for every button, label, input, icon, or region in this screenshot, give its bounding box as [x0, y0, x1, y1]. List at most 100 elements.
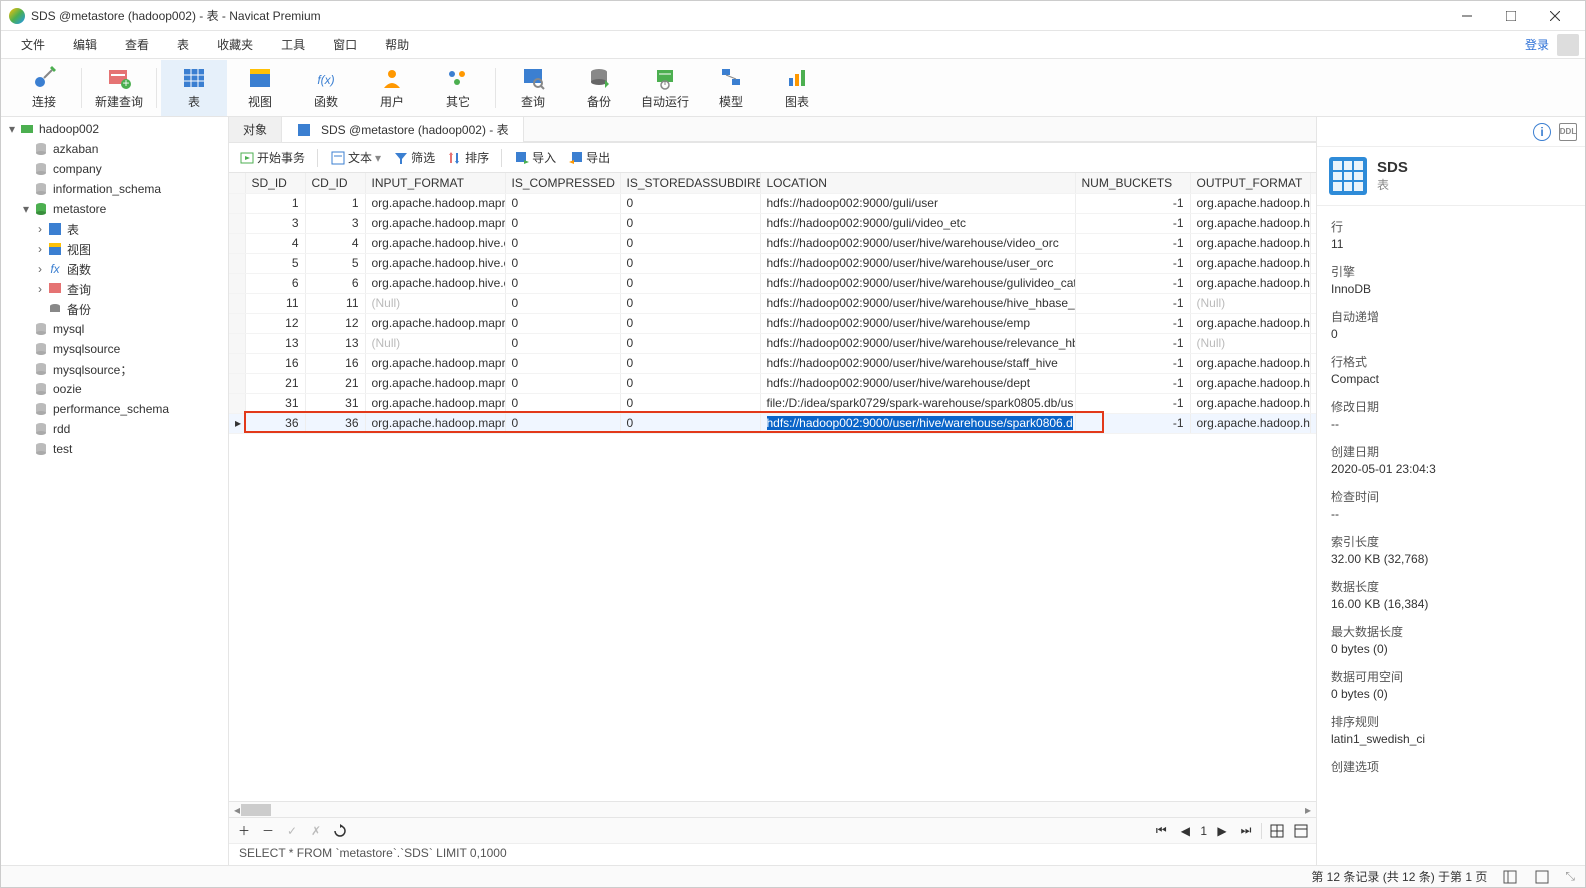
tree-db[interactable]: company [1, 159, 228, 179]
tree-views[interactable]: ›视图 [1, 239, 228, 259]
table-row[interactable]: 11 11 (Null) 0 0 hdfs://hadoop002:9000/u… [229, 293, 1316, 313]
text-icon [330, 150, 345, 165]
tree-db[interactable]: rdd [1, 419, 228, 439]
tab-objects[interactable]: 对象 [229, 117, 282, 142]
tool-chart[interactable]: 图表 [764, 60, 830, 116]
tab-sds[interactable]: SDS @metastore (hadoop002) - 表 [282, 117, 524, 142]
data-grid[interactable]: SD_IDCD_IDINPUT_FORMATIS_COMPRESSEDIS_ST… [229, 173, 1316, 801]
nav-prev[interactable]: ◀ [1176, 822, 1194, 840]
detail-mode-icon[interactable] [1533, 868, 1551, 886]
col-header[interactable]: INPUT_FORMAT [365, 173, 505, 193]
menu-help[interactable]: 帮助 [371, 32, 423, 57]
ddl-icon[interactable]: DDL [1559, 123, 1577, 141]
col-header[interactable]: IS_COMPRESSED [505, 173, 620, 193]
import-action[interactable]: 导入 [514, 149, 556, 166]
table-row[interactable]: 13 13 (Null) 0 0 hdfs://hadoop002:9000/u… [229, 333, 1316, 353]
menu-edit[interactable]: 编辑 [59, 32, 111, 57]
nav-next[interactable]: ▶ [1213, 822, 1231, 840]
tree-db[interactable]: performance_schema [1, 399, 228, 419]
col-header[interactable]: CD_ID [305, 173, 365, 193]
tool-view[interactable]: 视图 [227, 60, 293, 116]
menu-tools[interactable]: 工具 [267, 32, 319, 57]
table-row[interactable]: 4 4 org.apache.hadoop.hive.c 0 0 hdfs://… [229, 233, 1316, 253]
col-header[interactable]: NUM_BUCKETS [1075, 173, 1190, 193]
connection-tree[interactable]: ▾hadoop002 azkabancompanyinformation_sch… [1, 117, 229, 865]
login-link[interactable]: 登录 [1517, 32, 1557, 57]
tree-connection[interactable]: ▾hadoop002 [1, 119, 228, 139]
tool-backup[interactable]: 备份 [566, 60, 632, 116]
maximize-button[interactable] [1489, 2, 1533, 30]
tree-db[interactable]: ▾metastore [1, 199, 228, 219]
tool-connect[interactable]: 连接 [11, 60, 77, 116]
text-mode[interactable]: 文本▾ [330, 149, 381, 166]
tree-queries[interactable]: ›查询 [1, 279, 228, 299]
tree-db[interactable]: information_schema [1, 179, 228, 199]
col-header[interactable]: OUTPUT_FORMAT [1190, 173, 1310, 193]
tool-model[interactable]: 模型 [698, 60, 764, 116]
database-icon [33, 321, 49, 337]
sort-action[interactable]: 排序 [447, 149, 489, 166]
property-row: 自动递增0 [1317, 302, 1585, 347]
tree-db[interactable]: mysqlsource [1, 339, 228, 359]
database-icon [33, 421, 49, 437]
table-row[interactable]: 31 31 org.apache.hadoop.mapr 0 0 file:/D… [229, 393, 1316, 413]
tool-query[interactable]: 查询 [500, 60, 566, 116]
begin-transaction[interactable]: 开始事务 [239, 149, 305, 166]
scroll-thumb[interactable] [241, 804, 271, 816]
tool-user[interactable]: 用户 [359, 60, 425, 116]
grid-mode-icon[interactable] [1501, 868, 1519, 886]
grid-view[interactable] [1268, 822, 1286, 840]
menu-file[interactable]: 文件 [7, 32, 59, 57]
col-header[interactable]: IS_STOREDASSUBDIRECT [620, 173, 760, 193]
tree-db[interactable]: oozie [1, 379, 228, 399]
tree-db[interactable]: azkaban [1, 139, 228, 159]
table-row[interactable]: 5 5 org.apache.hadoop.hive.c 0 0 hdfs://… [229, 253, 1316, 273]
table-row[interactable]: 1 1 org.apache.hadoop.mapr 0 0 hdfs://ha… [229, 193, 1316, 213]
delete-record[interactable]: － [259, 822, 277, 840]
menu-table[interactable]: 表 [163, 32, 203, 57]
menu-fav[interactable]: 收藏夹 [203, 32, 267, 57]
horizontal-scrollbar[interactable]: ◂ ▸ [229, 801, 1316, 817]
form-view[interactable] [1292, 822, 1310, 840]
tool-other[interactable]: 其它 [425, 60, 491, 116]
nav-first[interactable]: ⏮ [1152, 822, 1170, 840]
tree-db[interactable]: test [1, 439, 228, 459]
tree-db[interactable]: mysql [1, 319, 228, 339]
filter-action[interactable]: 筛选 [393, 149, 435, 166]
record-toolbar: ＋ － ✓ ✗ ⏮ ◀ 1 ▶ ⏭ [229, 817, 1316, 843]
tool-func[interactable]: f(x)函数 [293, 60, 359, 116]
server-icon [19, 121, 35, 137]
export-action[interactable]: 导出 [568, 149, 610, 166]
refresh[interactable] [331, 822, 349, 840]
scroll-right-icon[interactable]: ▸ [1300, 802, 1316, 817]
menu-window[interactable]: 窗口 [319, 32, 371, 57]
table-row[interactable]: 16 16 org.apache.hadoop.mapr 0 0 hdfs://… [229, 353, 1316, 373]
tree-db[interactable]: mysqlsource； [1, 359, 228, 379]
minimize-button[interactable] [1445, 2, 1489, 30]
table-row[interactable]: 3 3 org.apache.hadoop.mapr 0 0 hdfs://ha… [229, 213, 1316, 233]
col-header[interactable]: LOCATION [760, 173, 1075, 193]
info-icon[interactable]: i [1533, 123, 1551, 141]
filter-icon [393, 150, 408, 165]
col-header[interactable]: SD_ID [245, 173, 305, 193]
table-row[interactable]: ▸ 36 36 org.apache.hadoop.mapr 0 0 hdfs:… [229, 413, 1316, 433]
nav-last[interactable]: ⏭ [1237, 822, 1255, 840]
add-record[interactable]: ＋ [235, 822, 253, 840]
avatar[interactable] [1557, 34, 1579, 56]
tree-tables[interactable]: ›表 [1, 219, 228, 239]
tool-table[interactable]: 表 [161, 60, 227, 116]
tree-funcs[interactable]: ›fx函数 [1, 259, 228, 279]
close-button[interactable] [1533, 2, 1577, 30]
cancel-record[interactable]: ✗ [307, 822, 325, 840]
sort-icon [447, 150, 462, 165]
property-row: 数据长度16.00 KB (16,384) [1317, 572, 1585, 617]
menu-view[interactable]: 查看 [111, 32, 163, 57]
tree-backups[interactable]: 备份 [1, 299, 228, 319]
table-row[interactable]: 12 12 org.apache.hadoop.mapr 0 0 hdfs://… [229, 313, 1316, 333]
table-row[interactable]: 21 21 org.apache.hadoop.mapr 0 0 hdfs://… [229, 373, 1316, 393]
table-row[interactable]: 6 6 org.apache.hadoop.hive.c 0 0 hdfs://… [229, 273, 1316, 293]
tab-strip: 对象 SDS @metastore (hadoop002) - 表 [229, 117, 1316, 143]
tool-newquery[interactable]: +新建查询 [86, 60, 152, 116]
apply-record[interactable]: ✓ [283, 822, 301, 840]
tool-autorun[interactable]: 自动运行 [632, 60, 698, 116]
